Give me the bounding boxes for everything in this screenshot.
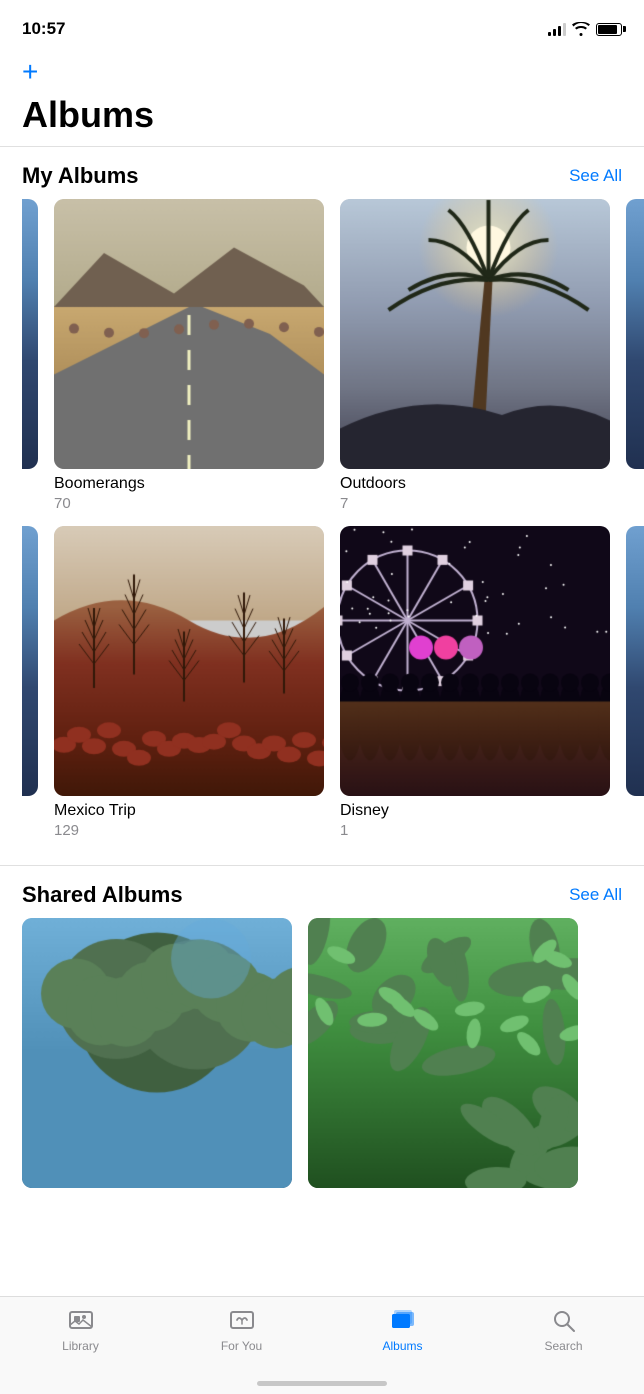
album-thumbnail-mexico <box>54 526 324 796</box>
tab-for-you-label: For You <box>221 1339 262 1353</box>
shared-albums-section: Shared Albums See All <box>0 865 644 1194</box>
album-mexico-trip[interactable]: Mexico Trip 129 <box>54 526 324 839</box>
my-albums-header: My Albums See All <box>0 147 644 199</box>
my-albums-see-all[interactable]: See All <box>569 166 622 186</box>
shared-album-1[interactable] <box>22 918 292 1188</box>
album-name-outdoors: Outdoors <box>340 475 610 493</box>
album-partial-left-2[interactable] <box>22 526 38 839</box>
tab-search-label: Search <box>544 1339 582 1353</box>
album-partial-right-1[interactable] <box>626 199 644 512</box>
status-icons <box>548 22 622 36</box>
battery-icon <box>596 23 622 36</box>
for-you-icon <box>228 1307 256 1335</box>
album-thumbnail-boomerangs <box>54 199 324 469</box>
album-outdoors[interactable]: Outdoors 7 <box>340 199 610 512</box>
tab-albums[interactable]: Albums <box>322 1307 483 1353</box>
album-name-mexico: Mexico Trip <box>54 802 324 820</box>
shared-album-thumbnail-1 <box>22 918 292 1188</box>
shared-albums-grid <box>0 918 644 1194</box>
album-thumbnail-outdoors <box>340 199 610 469</box>
tab-library-label: Library <box>62 1339 99 1353</box>
my-albums-grid: Boomerangs 70 Outdoors 7 <box>0 199 644 845</box>
album-boomerangs[interactable]: Boomerangs 70 <box>54 199 324 512</box>
shared-albums-title: Shared Albums <box>22 882 183 908</box>
album-disney[interactable]: Disney 1 <box>340 526 610 839</box>
home-indicator <box>257 1381 387 1386</box>
add-album-button[interactable]: + <box>0 50 644 90</box>
albums-icon <box>389 1307 417 1335</box>
album-thumbnail-disney <box>340 526 610 796</box>
albums-row-1: Boomerangs 70 Outdoors 7 <box>22 199 644 512</box>
search-icon <box>550 1307 578 1335</box>
tab-library[interactable]: Library <box>0 1307 161 1353</box>
my-albums-title: My Albums <box>22 163 139 189</box>
album-partial-right-2[interactable] <box>626 526 644 839</box>
library-icon <box>67 1307 95 1335</box>
album-count-outdoors: 7 <box>340 495 610 512</box>
album-count-mexico: 129 <box>54 822 324 839</box>
shared-albums-row <box>22 918 644 1188</box>
signal-icon <box>548 22 566 36</box>
page-title: Albums <box>0 90 644 146</box>
album-partial-left-1[interactable] <box>22 199 38 512</box>
tab-albums-label: Albums <box>382 1339 422 1353</box>
album-name-boomerangs: Boomerangs <box>54 475 324 493</box>
shared-albums-header: Shared Albums See All <box>0 866 644 918</box>
status-bar: 10:57 <box>0 0 644 50</box>
tab-search[interactable]: Search <box>483 1307 644 1353</box>
album-count-boomerangs: 70 <box>54 495 324 512</box>
shared-albums-see-all[interactable]: See All <box>569 885 622 905</box>
status-time: 10:57 <box>22 19 65 39</box>
tab-bar: Library For You Albums <box>0 1296 644 1394</box>
album-name-disney: Disney <box>340 802 610 820</box>
albums-row-2: Mexico Trip 129 Disney 1 <box>22 526 644 839</box>
wifi-icon <box>572 22 590 36</box>
album-count-disney: 1 <box>340 822 610 839</box>
tab-for-you[interactable]: For You <box>161 1307 322 1353</box>
shared-album-2[interactable] <box>308 918 578 1188</box>
shared-album-thumbnail-2 <box>308 918 578 1188</box>
